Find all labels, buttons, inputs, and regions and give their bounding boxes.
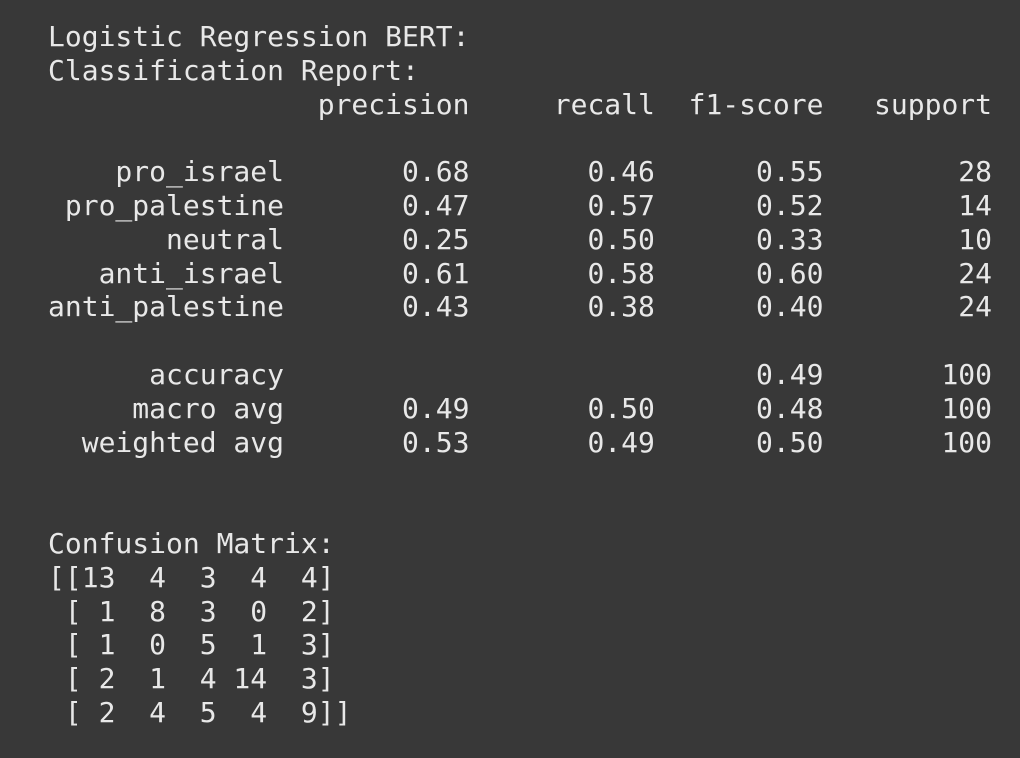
- report-row-pro-palestine: pro_palestine 0.47 0.57 0.52 14: [48, 188, 993, 222]
- confusion-heading: Confusion Matrix:: [48, 526, 335, 560]
- report-row-anti-palestine: anti_palestine 0.43 0.38 0.40 24: [48, 290, 993, 324]
- report-column-headers: precision recall f1-score support: [48, 87, 993, 121]
- report-row-anti-israel: anti_israel 0.61 0.58 0.60 24: [48, 256, 993, 290]
- report-row-accuracy: accuracy 0.49 100: [48, 357, 993, 391]
- confusion-row: [ 2 4 5 4 9]]: [48, 695, 352, 729]
- report-row-weighted-avg: weighted avg 0.53 0.49 0.50 100: [48, 425, 993, 459]
- confusion-row: [[13 4 3 4 4]: [48, 560, 335, 594]
- confusion-row: [ 2 1 4 14 3]: [48, 662, 335, 696]
- terminal-output: Logistic Regression BERT: Classification …: [48, 20, 992, 730]
- report-row-neutral: neutral 0.25 0.50 0.33 10: [48, 222, 993, 256]
- confusion-row: [ 1 8 3 0 2]: [48, 594, 335, 628]
- report-row-macro-avg: macro avg 0.49 0.50 0.48 100: [48, 391, 993, 425]
- model-title: Logistic Regression BERT:: [48, 20, 470, 53]
- report-row-pro-israel: pro_israel 0.68 0.46 0.55 28: [48, 155, 993, 189]
- confusion-row: [ 1 0 5 1 3]: [48, 628, 335, 662]
- report-heading: Classification Report:: [48, 53, 419, 87]
